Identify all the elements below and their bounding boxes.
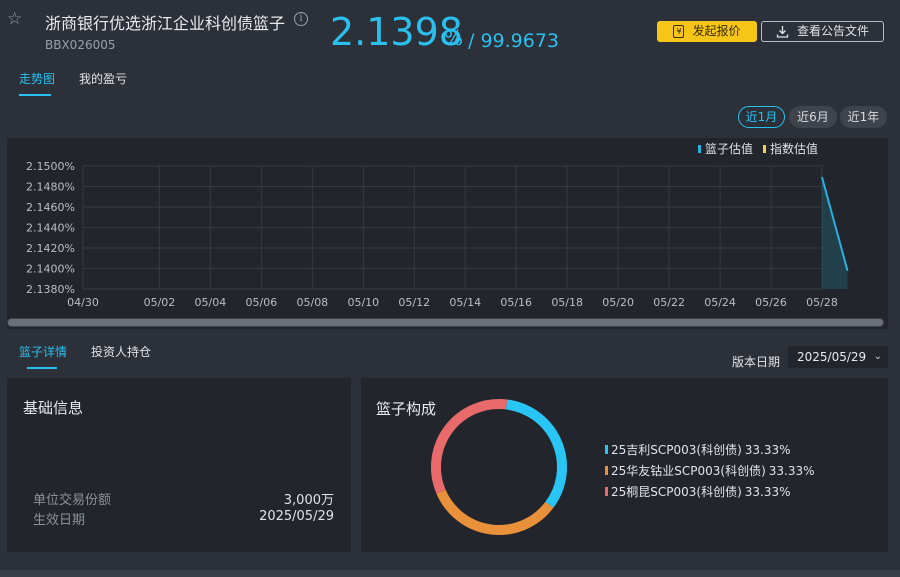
- basket-code: BBX026005: [45, 38, 116, 52]
- legend-label: 篮子估值: [705, 141, 753, 156]
- basket-title: 浙商银行优选浙江企业科创债篮子: [45, 14, 286, 33]
- view-announcement-label: 查看公告文件: [796, 24, 869, 38]
- x-tick-label: 05/26: [755, 296, 787, 309]
- composition-legend-item: 25华友钴业SCP003(科创债) 33.33%: [605, 462, 815, 479]
- legend-bond-pct: 33.33%: [744, 442, 791, 457]
- legend-bond-pct: 33.33%: [744, 484, 791, 499]
- y-tick-label: 2.1400%: [26, 263, 75, 276]
- x-tick-label: 05/08: [296, 296, 328, 309]
- info-icon[interactable]: i: [294, 12, 308, 26]
- y-tick-label: 2.1420%: [26, 242, 75, 255]
- legend-label: 指数估值: [770, 141, 818, 156]
- y-tick-label: 2.1500%: [26, 160, 75, 173]
- composition-legend-item: 25吉利SCP003(科创债) 33.33%: [605, 441, 791, 458]
- initiate-quote-label: 发起报价: [692, 24, 741, 38]
- chevron-down-icon: ⌄: [873, 351, 882, 362]
- donut-slice: [431, 399, 508, 494]
- x-tick-label: 05/04: [195, 296, 227, 309]
- yen-doc-icon: ¥: [673, 25, 685, 38]
- range-1-month-button[interactable]: 近1月: [738, 106, 785, 128]
- x-tick-label: 05/16: [500, 296, 532, 309]
- composition-donut-chart: [431, 399, 567, 535]
- donut-slice: [505, 399, 567, 508]
- tab-my-pnl[interactable]: 我的盈亏: [79, 70, 127, 87]
- legend-bond-pct: 33.33%: [768, 463, 815, 478]
- range-1-year-button[interactable]: 近1年: [840, 106, 887, 128]
- x-tick-label: 05/14: [449, 296, 481, 309]
- data-point: [821, 176, 823, 178]
- basic-info-title: 基础信息: [23, 399, 84, 417]
- x-tick-label: 05/12: [398, 296, 430, 309]
- tab-investor-holdings[interactable]: 投资人持仓: [91, 343, 151, 360]
- unit-share-label: 单位交易份额: [33, 493, 112, 508]
- legend-bond-name: 25华友钴业SCP003(科创债): [611, 464, 766, 478]
- x-tick-label: 05/18: [551, 296, 583, 309]
- chart-zoom-handle[interactable]: [8, 319, 883, 326]
- initiate-quote-button[interactable]: ¥ 发起报价: [657, 21, 757, 42]
- x-tick-label: 05/02: [144, 296, 176, 309]
- rate-unit: %: [444, 26, 464, 50]
- tab-trend-chart[interactable]: 走势图: [19, 70, 55, 87]
- legend-swatch: [605, 466, 608, 475]
- legend-swatch: [698, 145, 701, 153]
- x-tick-label: 05/24: [704, 296, 736, 309]
- legend-bond-name: 25吉利SCP003(科创债): [611, 443, 742, 457]
- unit-share-value: 3,000万: [283, 493, 334, 508]
- view-announcement-button[interactable]: 查看公告文件: [761, 21, 884, 42]
- legend-bond-name: 25桐昆SCP003(科创债): [611, 485, 742, 499]
- tab-basket-detail[interactable]: 篮子详情: [19, 343, 67, 360]
- x-tick-label: 04/30: [67, 296, 99, 309]
- effective-date-value: 2025/05/29: [259, 509, 334, 524]
- range-6-month-button[interactable]: 近6月: [789, 106, 837, 128]
- y-tick-label: 2.1380%: [26, 283, 75, 296]
- y-tick-label: 2.1440%: [26, 222, 75, 235]
- valuation-line-chart: 2.1380% 2.1400% 2.1420% 2.1440% 2.1460% 2.148…: [26, 141, 849, 309]
- active-tab-indicator: [27, 367, 57, 369]
- y-tick-label: 2.1480%: [26, 181, 75, 194]
- x-tick-label: 05/06: [246, 296, 278, 309]
- legend-swatch: [605, 445, 608, 454]
- favorite-star-icon[interactable]: ☆: [7, 10, 25, 28]
- effective-date-label: 生效日期: [33, 513, 86, 528]
- bottom-divider: [0, 570, 900, 577]
- x-tick-label: 05/28: [806, 296, 838, 309]
- download-icon: [776, 26, 789, 38]
- composition-legend-item: 25桐昆SCP003(科创债) 33.33%: [605, 483, 791, 500]
- data-point: [846, 270, 848, 272]
- x-tick-label: 05/22: [653, 296, 685, 309]
- active-tab-indicator: [19, 94, 51, 96]
- legend-swatch: [763, 145, 766, 153]
- version-date-label: 版本日期: [732, 355, 781, 369]
- version-date-value: 2025/05/29: [797, 350, 867, 364]
- version-date-select[interactable]: 2025/05/29 ⌄: [788, 346, 888, 368]
- legend-swatch: [605, 487, 608, 496]
- basket-price: / 99.9673: [468, 30, 560, 52]
- x-tick-label: 05/20: [602, 296, 634, 309]
- donut-slice: [436, 489, 554, 535]
- x-tick-label: 05/10: [347, 296, 379, 309]
- y-tick-label: 2.1460%: [26, 201, 75, 214]
